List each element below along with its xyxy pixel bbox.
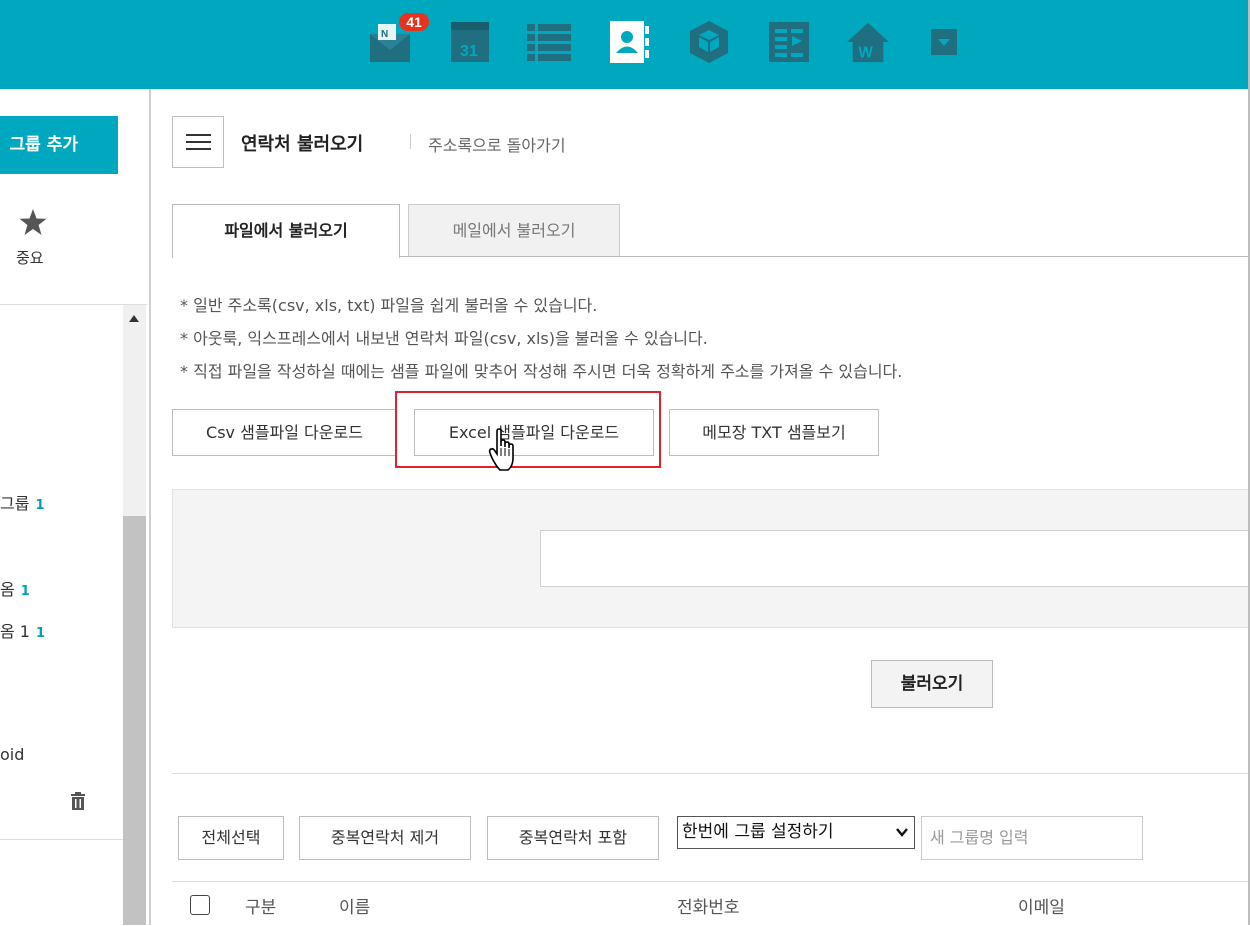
group-count: 1 — [36, 626, 46, 641]
tab-import-from-file[interactable]: 파일에서 불러오기 — [172, 204, 400, 258]
tab-import-from-mail[interactable]: 메일에서 불러오기 — [408, 204, 620, 257]
board-icon[interactable] — [767, 20, 811, 64]
scrollbar-thumb[interactable] — [123, 516, 146, 925]
calendar-icon[interactable]: 31 — [448, 20, 492, 64]
group-label: oid — [0, 745, 25, 764]
contacts-icon[interactable] — [607, 20, 651, 64]
help-note-text: 직접 파일을 작성하실 때에는 샘플 파일에 맞추어 작성해 주시면 더욱 정확… — [193, 362, 903, 381]
group-label: 그룹 — [0, 494, 30, 513]
txt-sample-view-button[interactable]: 메모장 TXT 샘플보기 — [669, 409, 879, 456]
help-note-text: 일반 주소록(csv, xls, txt) 파일을 쉽게 불러올 수 있습니다. — [193, 296, 598, 315]
new-group-name-input[interactable]: 새 그룹명 입력 — [921, 816, 1143, 860]
group-count: 1 — [35, 498, 45, 513]
menu-toggle-button[interactable] — [172, 116, 224, 168]
hand-cursor-icon — [488, 428, 514, 471]
sidebar-divider — [0, 839, 123, 840]
home-w-icon[interactable]: W — [846, 20, 890, 64]
back-to-addressbook-link[interactable]: 주소록으로 돌아가기 — [428, 132, 566, 156]
calendar-day-text: 31 — [460, 43, 478, 60]
group-count: 1 — [20, 584, 30, 599]
sidebar-group-item[interactable]: 옴 1 1 — [0, 618, 45, 642]
help-note: * 일반 주소록(csv, xls, txt) 파일을 쉽게 불러올 수 있습니… — [180, 296, 598, 315]
chevron-down-icon — [896, 828, 908, 837]
group-setting-selected-value: 한번에 그룹 설정하기 — [682, 822, 834, 842]
highlight-box — [395, 391, 661, 468]
hamburger-icon — [186, 134, 211, 136]
svg-text:W: W — [858, 44, 873, 61]
group-label: 옴 — [0, 580, 15, 599]
file-path-input[interactable] — [540, 530, 1250, 587]
sidebar-group-item[interactable]: oid — [0, 745, 24, 764]
select-all-checkbox[interactable] — [190, 895, 210, 915]
group-label: 옴 1 — [0, 622, 30, 641]
list-icon[interactable] — [527, 20, 571, 64]
page-title: 연락처 불러오기 — [241, 134, 364, 155]
help-note: * 아웃룩, 익스프레스에서 내보낸 연락처 파일(csv, xls)을 불러올… — [180, 329, 708, 348]
favorites-label[interactable]: 중요 — [16, 247, 44, 268]
top-app-bar: N 41 31 W — [0, 0, 1250, 89]
title-separator — [410, 134, 411, 149]
remove-duplicates-button[interactable]: 중복연락처 제거 — [299, 816, 471, 860]
column-header-name: 이름 — [339, 898, 371, 918]
group-setting-select[interactable]: 한번에 그룹 설정하기 — [677, 816, 915, 849]
trash-icon[interactable] — [70, 792, 86, 810]
csv-sample-download-button[interactable]: Csv 샘플파일 다운로드 — [172, 409, 397, 456]
help-note: * 직접 파일을 작성하실 때에는 샘플 파일에 맞추어 작성해 주시면 더욱 … — [180, 362, 903, 381]
svg-text:N: N — [381, 29, 388, 40]
select-all-button[interactable]: 전체선택 — [178, 816, 284, 860]
add-group-button[interactable]: 그룹 추가 — [0, 116, 118, 174]
include-duplicates-button[interactable]: 중복연락처 포함 — [487, 816, 659, 860]
sidebar-group-item[interactable]: 옴1 — [0, 576, 30, 600]
star-icon[interactable] — [19, 209, 47, 236]
dropdown-icon[interactable] — [922, 20, 966, 64]
sidebar-group-item[interactable]: 그룹 1 — [0, 490, 45, 514]
help-note-text: 아웃룩, 익스프레스에서 내보낸 연락처 파일(csv, xls)을 불러올 수… — [193, 329, 708, 348]
contacts-table-header: 구분 이름 전화번호 이메일 — [172, 881, 1250, 926]
column-header-type: 구분 — [245, 898, 277, 918]
cube-icon[interactable] — [687, 20, 731, 64]
mail-unread-badge: 41 — [397, 11, 431, 33]
column-header-phone: 전화번호 — [677, 898, 740, 918]
section-divider — [172, 773, 1250, 774]
import-button[interactable]: 불러오기 — [871, 660, 993, 708]
column-header-email: 이메일 — [1018, 898, 1065, 918]
sidebar: 그룹 추가 중요 그룹 1 옴1 옴 11 oid — [0, 89, 151, 925]
scroll-up-arrow-icon[interactable] — [129, 315, 139, 322]
